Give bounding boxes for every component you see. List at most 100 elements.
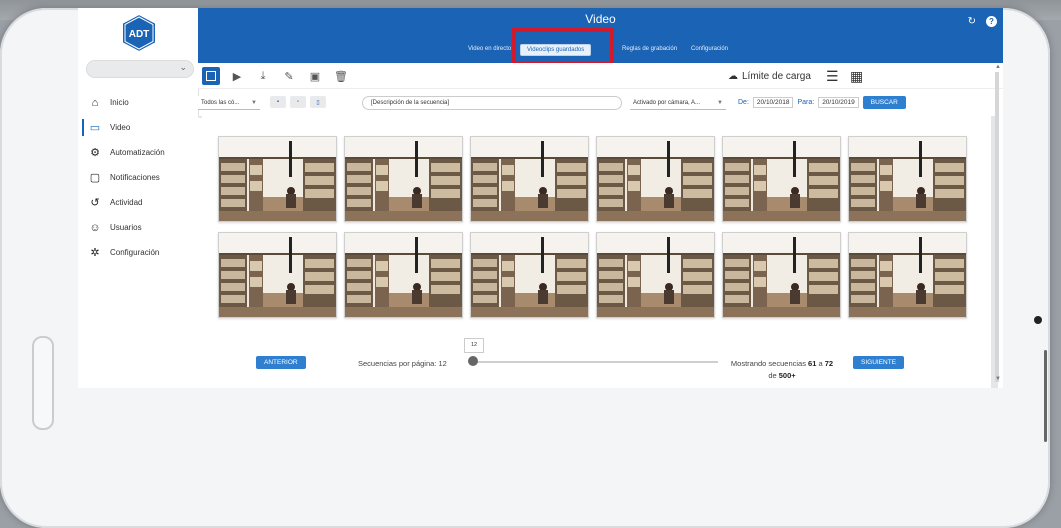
clip-thumbnail[interactable]: [344, 136, 463, 222]
adt-logo: ADT: [121, 12, 157, 54]
clip-thumbnail[interactable]: [722, 136, 841, 222]
download-button[interactable]: ⤓: [254, 67, 272, 85]
lock-filter-group: ▪ ▫ ▯: [270, 96, 326, 108]
device-side-button: [32, 336, 54, 430]
chevron-down-icon: ▼: [717, 99, 723, 106]
users-icon: ☺: [89, 221, 101, 234]
lock-filter-button[interactable]: ▪: [270, 96, 286, 108]
lock-icon: ▣: [309, 70, 321, 83]
slider-handle[interactable]: [468, 356, 478, 366]
clip-thumbnail[interactable]: [218, 232, 337, 318]
list-view-icon[interactable]: ☰: [826, 68, 839, 85]
help-icon[interactable]: ?: [986, 16, 997, 27]
grid-view-icon[interactable]: ▦: [850, 68, 863, 85]
history-icon: ↺: [90, 197, 100, 209]
refresh-icon[interactable]: ↻: [968, 16, 976, 27]
scroll-down-icon[interactable]: ▼: [995, 376, 1001, 382]
lock-icon: ▪: [276, 99, 280, 105]
video-camera-icon: ▭: [89, 122, 101, 134]
sidebar-item-notificaciones[interactable]: ▢ Notificaciones: [78, 165, 198, 190]
tab-reglas-de-grabacion[interactable]: Reglas de grabación: [622, 46, 677, 52]
sidebar-item-label: Automatización: [110, 148, 165, 157]
to-label: Para:: [797, 99, 815, 106]
per-page-label: Secuencias por página: 12: [358, 359, 447, 368]
play-icon: ▶: [232, 70, 242, 83]
from-date-field[interactable]: 20/10/2018: [752, 97, 794, 108]
clip-thumbnail[interactable]: [470, 232, 589, 318]
sidebar-item-actividad[interactable]: ↺ Actividad: [78, 190, 198, 215]
gear-icon: ✲: [90, 247, 100, 259]
trash-icon: ▯: [316, 99, 320, 106]
clip-thumbnail[interactable]: [722, 232, 841, 318]
sidebar-item-usuarios[interactable]: ☺ Usuarios: [78, 215, 198, 240]
sliders-icon: ⚙: [90, 147, 100, 159]
sidebar-item-configuracion[interactable]: ✲ Configuración: [78, 240, 198, 265]
highlight-box: [512, 28, 614, 66]
sidebar-item-label: Actividad: [110, 198, 143, 207]
sidebar: ADT ⌄ ⌂ Inicio ▭ Video ⚙ Automatización ▢ No…: [78, 8, 199, 388]
app-screen: ADT ⌄ ⌂ Inicio ▭ Video ⚙ Automatización ▢ No…: [78, 8, 1003, 388]
page-title: Video: [585, 12, 616, 26]
camera-select[interactable]: Todos las có... ▼: [198, 96, 260, 110]
filter-bar: Todos las có... ▼ ▪ ▫ ▯ [Descripción de l…: [198, 93, 1003, 115]
of-label: de: [768, 371, 777, 380]
play-button[interactable]: ▶: [228, 67, 246, 85]
search-button[interactable]: BUSCAR: [862, 96, 906, 109]
delete-button[interactable]: 🗑: [332, 67, 350, 85]
previous-button[interactable]: ANTERIOR: [256, 356, 306, 369]
range-start: 61: [808, 359, 817, 368]
home-icon: ⌂: [91, 96, 99, 109]
clip-thumbnail[interactable]: [596, 232, 715, 318]
clip-thumbnail[interactable]: [470, 136, 589, 222]
clip-thumbnail[interactable]: [848, 232, 967, 318]
trigger-select[interactable]: Activado por cámara, A... ▼: [630, 96, 726, 110]
edit-button[interactable]: ✎: [280, 67, 298, 85]
trash-filter-button[interactable]: ▯: [310, 96, 326, 108]
tab-video-en-directo[interactable]: Video en directo: [468, 46, 511, 52]
total-count: 500+: [778, 371, 796, 380]
svg-text:ADT: ADT: [129, 29, 150, 40]
clip-thumbnail[interactable]: [848, 136, 967, 222]
range-sep: a: [818, 359, 823, 368]
showing-prefix: Mostrando secuencias: [730, 359, 806, 368]
sidebar-item-video[interactable]: ▭ Video: [78, 115, 198, 140]
clip-thumbnail[interactable]: [344, 232, 463, 318]
clip-thumbnail[interactable]: [596, 136, 715, 222]
next-button[interactable]: SIGUIENTE: [853, 356, 905, 369]
to-date-field[interactable]: 20/10/2019: [818, 97, 859, 108]
slider-value-tooltip: 12: [464, 338, 484, 353]
range-end: 72: [824, 359, 834, 368]
tab-configuracion[interactable]: Configuración: [691, 46, 728, 52]
sidebar-nav: ⌂ Inicio ▭ Video ⚙ Automatización ▢ Notifica…: [78, 90, 198, 265]
trash-icon: 🗑: [334, 70, 348, 83]
edit-icon: ✎: [284, 70, 294, 83]
header-actions: ↻ ?: [968, 16, 997, 27]
sidebar-item-inicio[interactable]: ⌂ Inicio: [78, 90, 198, 115]
sidebar-item-label: Inicio: [110, 98, 129, 107]
description-search-input[interactable]: [Descripción de la secuencia]: [362, 96, 622, 110]
device-camera: [1034, 316, 1042, 324]
lock-button[interactable]: ▣: [306, 67, 324, 85]
device-right-slot: [1044, 350, 1047, 442]
scroll-up-icon[interactable]: ▲: [995, 64, 1001, 70]
sidebar-item-automatizacion[interactable]: ⚙ Automatización: [78, 140, 198, 165]
scrollbar[interactable]: [995, 72, 999, 382]
per-page-slider[interactable]: [470, 361, 718, 363]
description-placeholder: [Descripción de la secuencia]: [371, 100, 450, 106]
date-range: De: 20/10/2018 Para: 20/10/2019 BUSCAR: [738, 96, 906, 109]
sidebar-item-label: Usuarios: [110, 223, 142, 232]
sidebar-item-label: Notificaciones: [110, 173, 160, 182]
select-all-button[interactable]: [202, 67, 220, 85]
showing-range: Mostrando secuencias 61 a 72 de 500+: [730, 358, 834, 382]
chevron-down-icon: ⌄: [179, 62, 187, 72]
camera-select-value: Todos las có...: [201, 99, 240, 106]
clip-thumbnail[interactable]: [218, 136, 337, 222]
site-selector[interactable]: ⌄: [86, 60, 194, 78]
sidebar-item-label: Video: [110, 123, 131, 132]
unlock-icon: ▫: [296, 99, 300, 105]
upload-limit[interactable]: ☁ Límite de carga: [728, 71, 811, 82]
cloud-upload-icon: ☁: [728, 71, 738, 82]
unlock-filter-button[interactable]: ▫: [290, 96, 306, 108]
toolbar: ▶ ⤓ ✎ ▣ 🗑 ☁ Límite de carga ☰ ▦: [198, 63, 1003, 89]
chevron-down-icon: ▼: [251, 99, 257, 106]
